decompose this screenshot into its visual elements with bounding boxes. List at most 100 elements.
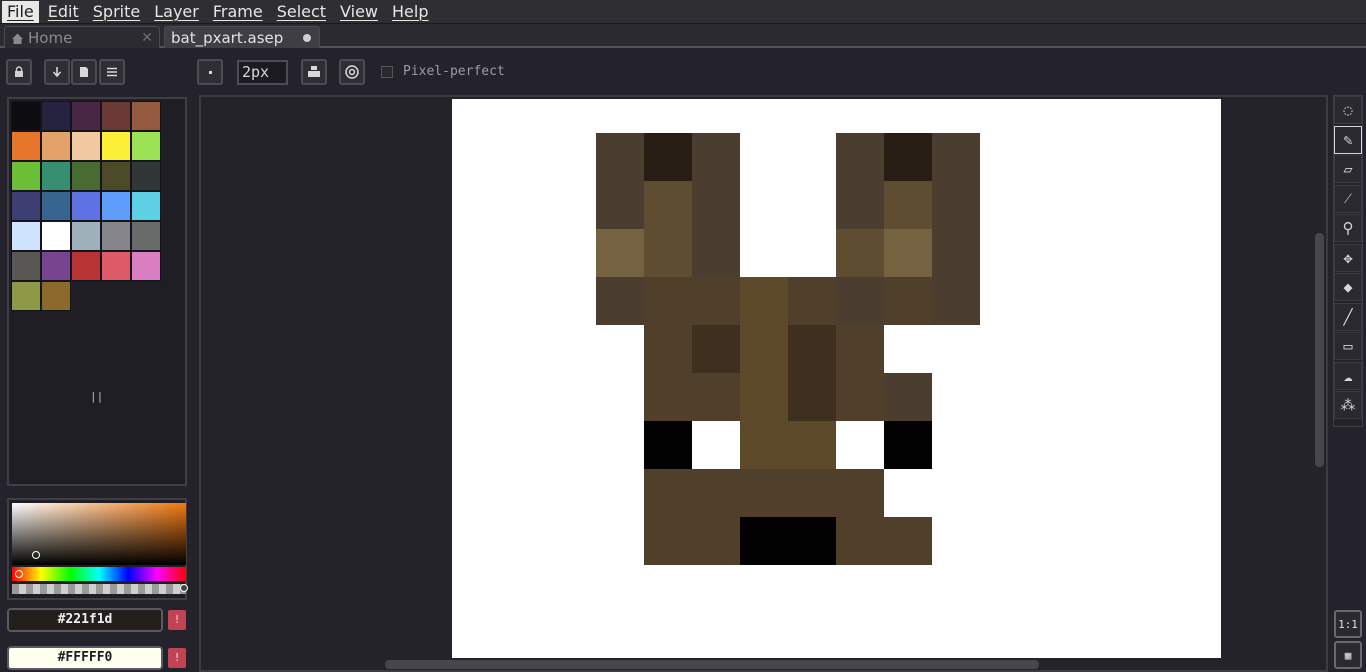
palette-swatch[interactable] <box>71 101 101 131</box>
eyedropper-tool-icon[interactable]: ⁄ <box>1334 184 1362 213</box>
horizontal-scrollbar[interactable] <box>385 660 1039 669</box>
menu-lines-icon[interactable] <box>99 59 125 85</box>
menu-edit[interactable]: Edit <box>43 1 84 23</box>
sprite-pixel <box>644 517 692 565</box>
sv-cursor-icon[interactable] <box>32 551 40 559</box>
menu-file[interactable]: File <box>2 0 39 23</box>
sprite-canvas[interactable] <box>452 99 1221 658</box>
alpha-slider[interactable] <box>12 584 186 594</box>
palette-swatch[interactable] <box>71 131 101 161</box>
actual-size-button[interactable]: 1:1 <box>1334 610 1362 638</box>
menu-help[interactable]: Help <box>387 1 433 23</box>
pencil-tool-icon[interactable]: ✎ <box>1334 125 1362 154</box>
palette-swatch[interactable] <box>41 131 71 161</box>
context-toolbar: 2px Pixel-perfect <box>0 50 1366 94</box>
brush-shape-icon[interactable] <box>197 59 223 85</box>
sprite-pixel <box>740 469 788 517</box>
rectangle-tool-icon[interactable]: ▭ <box>1334 332 1362 360</box>
foreground-color-field[interactable]: #221f1d <box>7 608 163 632</box>
palette-swatch[interactable] <box>131 191 161 221</box>
palette-swatch[interactable] <box>41 221 71 251</box>
background-warning-icon[interactable]: ! <box>168 648 186 668</box>
palette-swatch[interactable] <box>11 221 41 251</box>
sprite-editor[interactable] <box>199 95 1328 672</box>
tab-file-label: bat_pxart.asep <box>171 28 284 47</box>
menu-view[interactable]: View <box>335 1 383 23</box>
palette-swatch[interactable] <box>11 251 41 281</box>
eraser-tool-icon[interactable]: ▱ <box>1334 155 1362 183</box>
palette-swatch[interactable] <box>41 161 71 191</box>
hue-slider[interactable] <box>12 567 186 581</box>
blur-tool-icon[interactable]: ☁ <box>1334 361 1362 390</box>
sprite-pixel <box>692 181 740 229</box>
move-tool-icon[interactable]: ✥ <box>1334 243 1362 272</box>
close-icon[interactable]: ✕ <box>141 30 153 46</box>
vertical-scrollbar[interactable] <box>1315 233 1324 467</box>
palette-swatch[interactable] <box>71 161 101 191</box>
sprite-pixel <box>884 373 932 421</box>
menu-frame[interactable]: Frame <box>208 1 268 23</box>
palette-swatch[interactable] <box>41 281 71 311</box>
palette-swatch[interactable] <box>131 251 161 281</box>
color-picker[interactable] <box>7 498 188 600</box>
frame-icon[interactable] <box>71 59 97 85</box>
palette-swatch[interactable] <box>71 251 101 281</box>
sprite-pixel <box>836 277 884 325</box>
tab-home[interactable]: Home ✕ <box>4 26 160 48</box>
palette-swatch[interactable] <box>131 161 161 191</box>
sprite-pixel <box>788 421 836 469</box>
sprite-pixel <box>836 517 884 565</box>
brush-size-input[interactable]: 2px <box>237 60 288 85</box>
modified-dot-icon[interactable] <box>303 34 311 42</box>
pressure-icon[interactable] <box>339 59 365 85</box>
arrow-down-icon[interactable] <box>44 59 70 85</box>
palette-swatch[interactable] <box>71 191 101 221</box>
palette-swatch[interactable] <box>71 221 101 251</box>
menu-layer[interactable]: Layer <box>149 1 204 23</box>
sprite-pixel <box>644 229 692 277</box>
ink-icon[interactable] <box>301 59 327 85</box>
menu-sprite[interactable]: Sprite <box>88 1 145 23</box>
line-tool-icon[interactable]: ╱ <box>1334 302 1362 331</box>
sprite-pixel <box>644 277 692 325</box>
timeline-icon[interactable]: ▦ <box>1334 641 1362 669</box>
zoom-tool-icon[interactable]: ⚲ <box>1334 214 1362 242</box>
palette-resize-handle-icon[interactable]: || <box>90 390 103 403</box>
sprite-pixel <box>692 133 740 181</box>
alpha-cursor-icon[interactable] <box>180 584 188 592</box>
palette-swatch[interactable] <box>131 221 161 251</box>
fill-tool-icon[interactable]: ◆ <box>1334 273 1362 301</box>
pixel-perfect-checkbox[interactable] <box>381 66 393 78</box>
sprite-pixel <box>788 469 836 517</box>
spray-tool-icon[interactable]: ⁂ <box>1334 391 1362 419</box>
sprite-pixel <box>836 373 884 421</box>
background-color-field[interactable]: #FFFFF0 <box>7 646 163 670</box>
tab-file[interactable]: bat_pxart.asep <box>164 26 320 48</box>
palette-swatch[interactable] <box>41 101 71 131</box>
palette-swatch[interactable] <box>131 101 161 131</box>
sprite-pixel <box>644 373 692 421</box>
hue-cursor-icon[interactable] <box>15 570 23 578</box>
sprite-pixel <box>596 229 644 277</box>
foreground-warning-icon[interactable]: ! <box>168 610 186 630</box>
palette-swatch[interactable] <box>11 191 41 221</box>
palette-swatch[interactable] <box>11 101 41 131</box>
palette-swatch[interactable] <box>101 161 131 191</box>
palette-swatch[interactable] <box>101 191 131 221</box>
palette-swatch[interactable] <box>41 191 71 221</box>
palette-swatch[interactable] <box>101 101 131 131</box>
lasso-tool-icon[interactable]: ◌ <box>1334 96 1362 124</box>
palette-swatch[interactable] <box>101 251 131 281</box>
lock-icon[interactable] <box>6 59 32 85</box>
menu-select[interactable]: Select <box>272 1 331 23</box>
palette-swatch[interactable] <box>11 131 41 161</box>
palette-swatch[interactable] <box>11 281 41 311</box>
palette-swatch[interactable] <box>41 251 71 281</box>
palette-swatch[interactable] <box>131 131 161 161</box>
palette-swatch[interactable] <box>101 131 131 161</box>
palette-swatch[interactable] <box>11 161 41 191</box>
sprite-pixel <box>884 421 932 469</box>
palette-swatch[interactable] <box>101 221 131 251</box>
sprite-pixel <box>884 517 932 565</box>
sprite-pixel <box>932 133 980 181</box>
